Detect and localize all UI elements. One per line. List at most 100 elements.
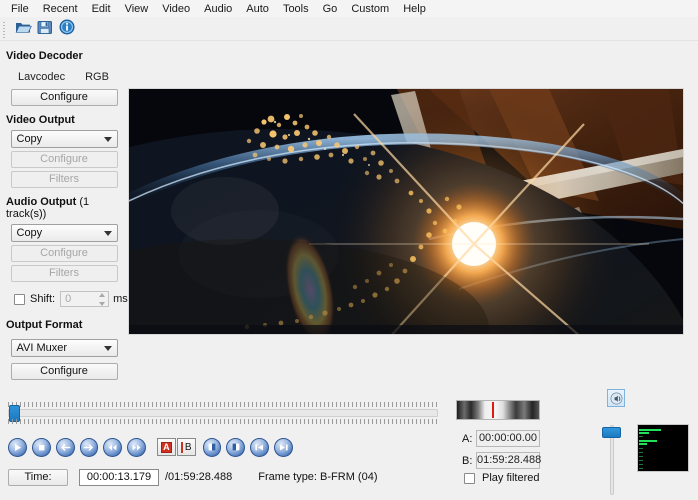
audio-shift-checkbox[interactable] bbox=[14, 293, 25, 305]
timeline-ticks-top bbox=[8, 400, 438, 407]
main-toolbar bbox=[0, 17, 698, 41]
toolbar-drag-handle[interactable] bbox=[2, 19, 9, 38]
video-output-codec-select[interactable]: Copy bbox=[10, 130, 118, 148]
navigation-position-marker bbox=[492, 402, 494, 418]
set-marker-b-button[interactable]: B bbox=[176, 438, 196, 456]
next-keyframe-button[interactable] bbox=[226, 437, 246, 457]
play-filtered-label: Play filtered bbox=[482, 472, 540, 484]
menu-audio[interactable]: Audio bbox=[197, 2, 239, 16]
output-format-select[interactable]: AVI Muxer bbox=[10, 339, 118, 357]
menu-tools[interactable]: Tools bbox=[276, 2, 316, 16]
skip-end-icon bbox=[280, 444, 288, 450]
video-output-codec-value: Copy bbox=[16, 133, 43, 145]
timeline-groove[interactable] bbox=[8, 409, 438, 417]
save-button[interactable] bbox=[34, 18, 56, 39]
save-icon bbox=[37, 20, 53, 38]
menu-view[interactable]: View bbox=[118, 2, 156, 16]
audio-shift-value: 0 bbox=[65, 293, 72, 305]
status-bar: Time: 00:00:13.179 /01:59:28.488 Frame t… bbox=[8, 468, 377, 486]
left-control-panel: Video Decoder Lavcodec RGB Configure Vid… bbox=[0, 42, 128, 387]
play-filtered-row: Play filtered bbox=[464, 472, 539, 484]
video-output-configure-button[interactable]: Configure bbox=[10, 151, 118, 168]
timeline-ticks-bottom bbox=[8, 419, 438, 426]
double-left-icon bbox=[108, 444, 117, 450]
menu-recent[interactable]: Recent bbox=[36, 2, 85, 16]
marker-b-label: B bbox=[184, 441, 192, 453]
video-output-title: Video Output bbox=[6, 114, 75, 126]
menu-auto[interactable]: Auto bbox=[239, 2, 276, 16]
forward-button[interactable] bbox=[127, 437, 147, 457]
video-output-filters-button[interactable]: Filters bbox=[10, 171, 118, 188]
audio-output-configure-button[interactable]: Configure bbox=[10, 245, 118, 262]
arrow-left-icon bbox=[60, 443, 70, 451]
decoder-info-row: Lavcodec RGB bbox=[0, 71, 128, 83]
current-time-input[interactable]: 00:00:13.179 bbox=[79, 468, 159, 486]
time-label-button[interactable]: Time: bbox=[8, 468, 68, 486]
decoder-codec-label: Lavcodec bbox=[18, 71, 66, 83]
half-right-icon bbox=[232, 443, 240, 451]
audio-shift-row: Shift: 0 ms bbox=[14, 291, 128, 307]
rewind-button[interactable] bbox=[103, 437, 123, 457]
video-preview-panel[interactable] bbox=[128, 88, 684, 335]
menu-video[interactable]: Video bbox=[155, 2, 197, 16]
menu-go[interactable]: Go bbox=[316, 2, 345, 16]
marker-a-label: A bbox=[160, 441, 172, 453]
audio-output-codec-select[interactable]: Copy bbox=[10, 224, 118, 242]
menu-bar: File Recent Edit View Video Audio Auto T… bbox=[0, 0, 698, 17]
marker-b-row: B: 01:59:28.488 bbox=[462, 452, 541, 469]
menu-edit[interactable]: Edit bbox=[85, 2, 118, 16]
frame-navigation-strip[interactable] bbox=[456, 400, 540, 420]
video-frame-image bbox=[129, 89, 683, 334]
half-left-icon bbox=[208, 443, 216, 451]
audio-level-meter bbox=[637, 424, 689, 472]
play-button[interactable] bbox=[8, 437, 27, 457]
marker-b-value[interactable]: 01:59:28.488 bbox=[476, 452, 541, 469]
audio-shift-unit: ms bbox=[113, 293, 128, 305]
menu-file[interactable]: File bbox=[4, 2, 36, 16]
menu-help[interactable]: Help bbox=[396, 2, 433, 16]
avidemux-window: File Recent Edit View Video Audio Auto T… bbox=[0, 0, 698, 500]
volume-slider-handle[interactable] bbox=[602, 427, 621, 438]
volume-mute-button[interactable] bbox=[607, 389, 625, 407]
chevron-down-icon bbox=[103, 346, 112, 351]
skip-start-icon bbox=[255, 444, 264, 450]
go-to-end-button[interactable] bbox=[274, 437, 293, 457]
audio-output-codec-value: Copy bbox=[16, 227, 43, 239]
total-duration-label: /01:59:28.488 bbox=[165, 471, 233, 483]
marker-b-field-label: B: bbox=[462, 454, 473, 467]
stop-icon bbox=[38, 444, 45, 450]
go-to-start-button[interactable] bbox=[250, 437, 270, 457]
marker-a-field-label: A: bbox=[462, 432, 473, 445]
open-icon bbox=[15, 20, 32, 38]
previous-keyframe-button[interactable] bbox=[202, 437, 222, 457]
marker-a-value[interactable]: 00:00:00.00 bbox=[476, 430, 540, 447]
video-decoder-configure-button[interactable]: Configure bbox=[10, 89, 118, 106]
audio-shift-stepper[interactable]: 0 bbox=[60, 291, 110, 307]
info-button[interactable] bbox=[56, 18, 78, 39]
transport-controls: A B bbox=[8, 436, 298, 458]
output-format-value: AVI Muxer bbox=[16, 342, 68, 354]
chevron-down-icon bbox=[103, 137, 112, 142]
audio-shift-label: Shift: bbox=[30, 293, 56, 305]
audio-output-filters-button[interactable]: Filters bbox=[10, 265, 118, 282]
set-marker-a-button[interactable]: A bbox=[157, 438, 176, 456]
stop-button[interactable] bbox=[31, 437, 51, 457]
seek-slider[interactable] bbox=[8, 400, 438, 426]
play-filtered-checkbox[interactable] bbox=[464, 472, 475, 484]
frame-type-label: Frame type: B-FRM (04) bbox=[258, 471, 378, 483]
next-frame-button[interactable] bbox=[79, 437, 99, 457]
volume-slider[interactable] bbox=[602, 425, 621, 495]
open-button[interactable] bbox=[12, 18, 34, 39]
arrow-right-icon bbox=[84, 443, 94, 451]
output-format-configure-button[interactable]: Configure bbox=[10, 363, 118, 380]
marker-b-icon bbox=[180, 441, 183, 453]
marker-a-row: A: 00:00:00.00 bbox=[462, 430, 540, 447]
chevron-down-icon bbox=[103, 231, 112, 236]
previous-frame-button[interactable] bbox=[55, 437, 75, 457]
menu-custom[interactable]: Custom bbox=[344, 2, 396, 16]
decoder-colorspace-label: RGB bbox=[85, 71, 109, 83]
info-icon bbox=[59, 19, 75, 38]
stepper-arrows-icon[interactable] bbox=[98, 293, 106, 306]
video-decoder-title: Video Decoder bbox=[6, 50, 83, 62]
audio-output-title-text: Audio Output bbox=[6, 196, 77, 208]
